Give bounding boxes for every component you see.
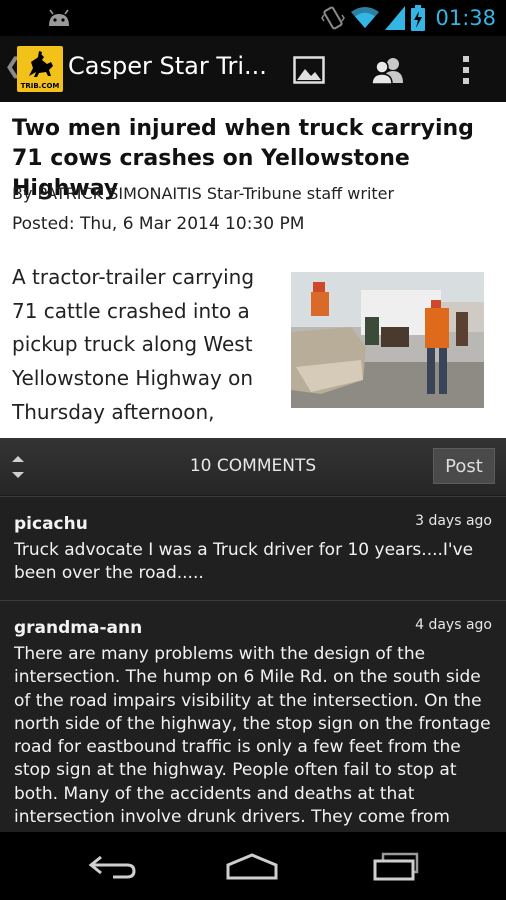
signal-icon bbox=[385, 6, 406, 30]
body-line: Yellowstone Highway on bbox=[12, 366, 254, 391]
body-line: A tractor-trailer carrying bbox=[12, 265, 255, 289]
body-line: 71 cattle crashed into a bbox=[12, 298, 250, 323]
comment-user: picachu bbox=[14, 514, 88, 534]
action-bar: ❮ TRIB.COM Casper Star Tri... bbox=[0, 36, 506, 102]
home-icon[interactable] bbox=[222, 846, 282, 886]
people-icon[interactable] bbox=[368, 50, 408, 90]
recent-apps-icon[interactable] bbox=[365, 846, 425, 886]
comment-time: 4 days ago bbox=[415, 617, 492, 633]
battery-charging-icon bbox=[411, 5, 426, 31]
navigation-bar bbox=[0, 832, 506, 900]
back-icon[interactable] bbox=[82, 846, 142, 886]
vibrate-icon bbox=[321, 6, 346, 30]
comment-time: 3 days ago bbox=[415, 513, 492, 529]
app-logo[interactable]: TRIB.COM bbox=[17, 46, 63, 92]
article-photo[interactable] bbox=[291, 272, 484, 408]
article-posted-date: Posted: Thu, 6 Mar 2014 10:30 PM bbox=[12, 214, 305, 234]
article-body: A tractor-trailer carrying 71 cattle cra… bbox=[12, 261, 274, 430]
image-icon[interactable] bbox=[289, 50, 329, 90]
comments-header: 10 COMMENTS Post bbox=[0, 438, 506, 496]
clock: 01:38 bbox=[435, 6, 496, 30]
status-bar: 01:38 bbox=[0, 0, 506, 36]
body-line: Thursday afternoon, bbox=[12, 399, 215, 424]
comment-item[interactable]: picachu 3 days ago Truck advocate I was … bbox=[0, 496, 506, 600]
comment-text: Truck advocate I was a Truck driver for … bbox=[14, 540, 474, 584]
body-line: pickup truck along West bbox=[12, 332, 253, 357]
wifi-icon bbox=[351, 7, 380, 28]
comment-item[interactable]: grandma-ann 4 days ago There are many pr… bbox=[0, 600, 506, 832]
comment-text: There are many problems with the design … bbox=[14, 644, 491, 828]
logo-text: TRIB.COM bbox=[20, 82, 60, 90]
android-icon bbox=[49, 9, 69, 26]
article-view[interactable]: Two men injured when truck carrying 71 c… bbox=[0, 102, 506, 438]
comments-panel[interactable]: 10 COMMENTS Post picachu 3 days ago Truc… bbox=[0, 438, 506, 832]
article-byline: By PATRICK SIMONAITIS Star-Tribune staff… bbox=[12, 184, 395, 203]
overflow-menu-icon[interactable] bbox=[446, 50, 486, 90]
comment-user: grandma-ann bbox=[14, 618, 143, 638]
comments-count: 10 COMMENTS bbox=[189, 456, 317, 476]
app-title[interactable]: Casper Star Tri... bbox=[68, 52, 267, 80]
post-comment-button[interactable]: Post bbox=[433, 448, 495, 484]
